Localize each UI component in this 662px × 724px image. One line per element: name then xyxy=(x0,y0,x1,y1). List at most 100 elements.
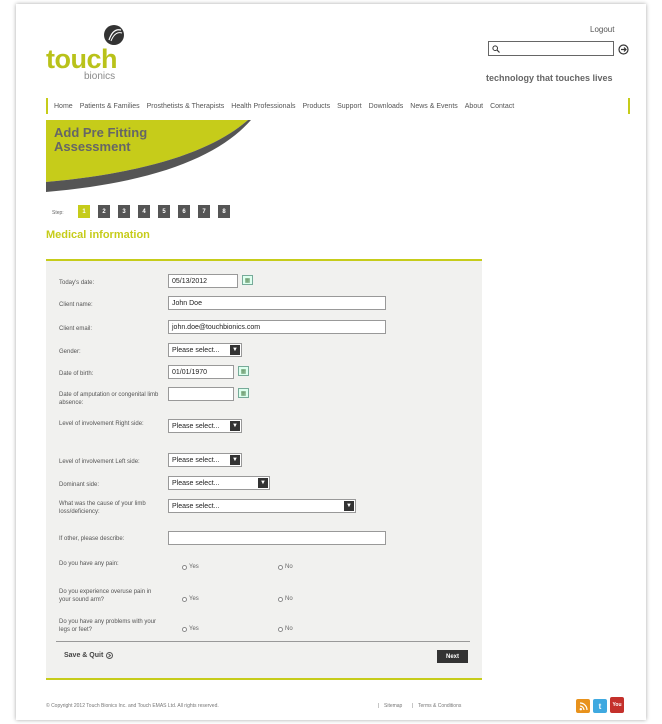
nav-item-health-professionals[interactable]: Health Professionals xyxy=(231,103,295,110)
other-describe-field[interactable] xyxy=(168,531,386,545)
radio-icon xyxy=(278,564,283,570)
nav-item-support[interactable]: Support xyxy=(337,103,362,110)
cause-label: What was the cause of your limb loss/def… xyxy=(59,501,146,515)
overuse-label: Do you experience overuse pain in your s… xyxy=(59,589,152,603)
logo-swirl-icon xyxy=(104,25,124,45)
problems-no-label: No xyxy=(285,626,293,632)
gender-select[interactable]: Please select... ▼ xyxy=(168,343,242,357)
pain-label: Do you have any pain: xyxy=(59,561,119,567)
nav-item-about[interactable]: About xyxy=(465,103,483,110)
problems-yes-radio[interactable]: Yes xyxy=(182,626,199,632)
page-frame: touch bionics Logout technology that tou… xyxy=(16,4,646,720)
radio-icon xyxy=(278,626,283,632)
step-3[interactable]: 3 xyxy=(118,205,130,218)
overuse-no-radio[interactable]: No xyxy=(278,596,293,602)
section-title: Medical information xyxy=(46,229,150,241)
radio-icon xyxy=(182,596,187,602)
nav-item-prosthetists[interactable]: Prosthetists & Therapists xyxy=(147,103,225,110)
client-name-label: Client name: xyxy=(59,302,93,308)
step-5[interactable]: 5 xyxy=(158,205,170,218)
involvement-right-select-value: Please select... xyxy=(172,422,220,430)
chevron-down-icon: ▼ xyxy=(344,501,354,511)
involvement-left-select[interactable]: Please select... ▼ xyxy=(168,453,242,467)
problems-no-radio[interactable]: No xyxy=(278,626,293,632)
client-email-label: Client email: xyxy=(59,326,93,332)
involvement-right-label: Level of involvement Right side: xyxy=(59,421,144,427)
dob-field[interactable]: 01/01/1970 xyxy=(168,365,234,379)
client-email-field[interactable]: john.doe@touchbionics.com xyxy=(168,320,386,334)
nav-item-products[interactable]: Products xyxy=(303,103,331,110)
step-2[interactable]: 2 xyxy=(98,205,110,218)
gender-select-value: Please select... xyxy=(172,346,220,354)
save-quit-button[interactable]: Save & Quit xyxy=(64,652,114,659)
nav-item-downloads[interactable]: Downloads xyxy=(369,103,404,110)
youtube-label: You xyxy=(612,702,622,708)
todays-date-label: Today's date: xyxy=(59,280,95,286)
rss-icon[interactable] xyxy=(576,699,590,713)
involvement-right-select[interactable]: Please select... ▼ xyxy=(168,419,242,433)
logout-link[interactable]: Logout xyxy=(590,25,614,34)
sitemap-link[interactable]: Sitemap xyxy=(384,703,402,709)
pain-no-label: No xyxy=(285,564,293,570)
footer-divider-1: | xyxy=(378,703,380,709)
tagline: technology that touches lives xyxy=(486,73,613,83)
problems-yes-label: Yes xyxy=(189,626,199,632)
client-name-field[interactable]: John Doe xyxy=(168,296,386,310)
next-button[interactable]: Next xyxy=(437,650,468,663)
form-divider xyxy=(56,641,470,642)
rss-glyph-icon xyxy=(579,701,588,710)
pain-yes-radio[interactable]: Yes xyxy=(182,564,199,570)
pain-no-radio[interactable]: No xyxy=(278,564,293,570)
nav-item-news-events[interactable]: News & Events xyxy=(410,103,457,110)
dominant-side-label: Dominant side: xyxy=(59,482,100,488)
chevron-down-icon: ▼ xyxy=(230,421,240,431)
copyright-text: © Copyright 2012 Touch Bionics Inc. and … xyxy=(46,703,219,709)
logo-subtitle: bionics xyxy=(84,71,116,82)
page-title-line2: Assessment xyxy=(54,139,131,154)
nav-item-patients[interactable]: Patients & Families xyxy=(80,103,140,110)
overuse-yes-radio[interactable]: Yes xyxy=(182,596,199,602)
step-4[interactable]: 4 xyxy=(138,205,150,218)
cause-select-value: Please select... xyxy=(172,502,220,510)
radio-icon xyxy=(278,596,283,602)
save-quit-label: Save & Quit xyxy=(64,652,104,659)
search-icon xyxy=(492,45,500,53)
dominant-side-select-value: Please select... xyxy=(172,479,220,487)
step-6[interactable]: 6 xyxy=(178,205,190,218)
overuse-no-label: No xyxy=(285,596,293,602)
nav-item-contact[interactable]: Contact xyxy=(490,103,514,110)
pain-yes-label: Yes xyxy=(189,564,199,570)
terms-link[interactable]: Terms & Conditions xyxy=(418,703,461,709)
chevron-down-icon: ▼ xyxy=(230,345,240,355)
arrow-circle-icon xyxy=(106,652,114,659)
dominant-side-select[interactable]: Please select... ▼ xyxy=(168,476,270,490)
footer-divider-2: | xyxy=(412,703,414,709)
amputation-date-label: Date of amputation or congenital limb ab… xyxy=(59,392,159,406)
calendar-icon[interactable]: ▦ xyxy=(238,388,249,398)
youtube-icon[interactable]: You xyxy=(610,697,624,713)
logo-word[interactable]: touch xyxy=(46,46,118,73)
step-label: Step: xyxy=(52,210,64,216)
chevron-down-icon: ▼ xyxy=(230,455,240,465)
form-bottom-rule xyxy=(46,678,482,680)
twitter-icon[interactable]: t xyxy=(593,699,607,713)
nav-item-home[interactable]: Home xyxy=(54,103,73,110)
other-describe-label: If other, please describe: xyxy=(59,536,125,542)
cause-select[interactable]: Please select... ▼ xyxy=(168,499,356,513)
calendar-icon[interactable]: ▦ xyxy=(242,275,253,285)
arrow-right-icon[interactable] xyxy=(618,44,629,55)
page-title-line1: Add Pre Fitting xyxy=(54,125,148,140)
gender-label: Gender: xyxy=(59,349,81,355)
step-8[interactable]: 8 xyxy=(218,205,230,218)
radio-icon xyxy=(182,564,187,570)
step-7[interactable]: 7 xyxy=(198,205,210,218)
main-nav: Home Patients & Families Prosthetists & … xyxy=(46,98,630,114)
todays-date-field[interactable]: 05/13/2012 xyxy=(168,274,238,288)
search-input[interactable] xyxy=(488,41,614,56)
calendar-icon[interactable]: ▦ xyxy=(238,366,249,376)
amputation-date-field[interactable] xyxy=(168,387,234,401)
radio-icon xyxy=(182,626,187,632)
chevron-down-icon: ▼ xyxy=(258,478,268,488)
step-1[interactable]: 1 xyxy=(78,205,90,218)
involvement-left-label: Level of involvement Left side: xyxy=(59,459,140,465)
